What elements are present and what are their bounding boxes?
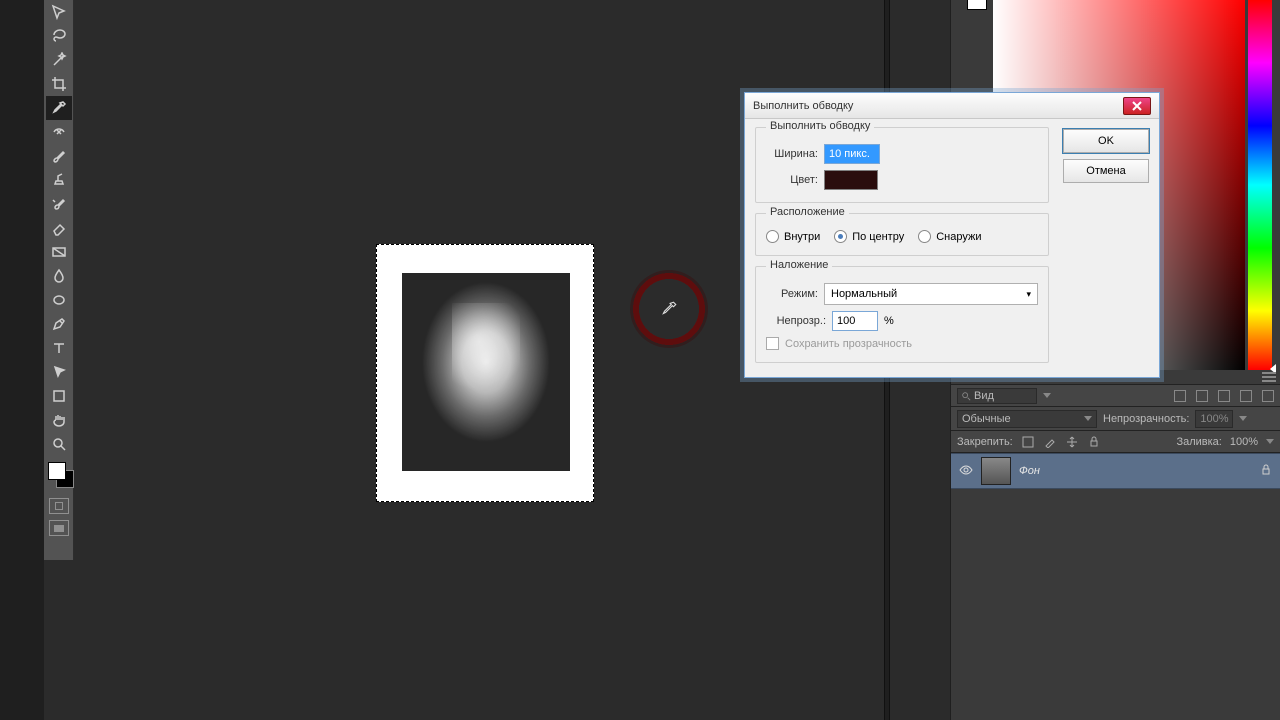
stroke-color-swatch[interactable] <box>824 170 878 190</box>
opacity-input[interactable]: 100 <box>832 311 878 331</box>
color-label: Цвет: <box>766 174 818 186</box>
opacity-input[interactable]: 100% <box>1195 410 1233 428</box>
dialog-titlebar[interactable]: Выполнить обводку <box>745 93 1159 119</box>
visibility-eye-icon[interactable] <box>959 463 973 480</box>
hand-tool[interactable] <box>46 408 72 432</box>
filter-shape-icon[interactable] <box>1240 390 1252 402</box>
stroke-legend: Выполнить обводку <box>766 120 874 132</box>
width-label: Ширина: <box>766 148 818 160</box>
foreground-color-swatch[interactable] <box>48 462 66 480</box>
spot-heal-tool[interactable] <box>46 120 72 144</box>
preserve-checkbox <box>766 337 779 350</box>
document-canvas[interactable] <box>376 244 594 502</box>
layer-lock-row: Закрепить: Заливка: 100% <box>951 431 1280 453</box>
dialog-title: Выполнить обводку <box>753 100 853 112</box>
brush-tool[interactable] <box>46 144 72 168</box>
radio-outside[interactable]: Снаружи <box>918 230 981 243</box>
crop-tool[interactable] <box>46 72 72 96</box>
layer-filter-icons <box>1174 390 1274 402</box>
zoom-tool[interactable] <box>46 432 72 456</box>
lasso-tool[interactable] <box>46 24 72 48</box>
layers-filter-bar: Вид <box>951 385 1280 407</box>
chevron-down-icon <box>1084 416 1092 421</box>
ok-button[interactable]: OK <box>1063 129 1149 153</box>
radio-icon <box>834 230 847 243</box>
position-fieldset: Расположение Внутри По центру Снаружи <box>755 213 1049 256</box>
layer-row[interactable]: Фон <box>951 453 1280 489</box>
radio-inside[interactable]: Внутри <box>766 230 820 243</box>
radio-center[interactable]: По центру <box>834 230 904 243</box>
mode-select[interactable]: Нормальный ▾ <box>824 283 1038 305</box>
lock-all-icon[interactable] <box>1087 435 1101 449</box>
filter-adjust-icon[interactable] <box>1196 390 1208 402</box>
eyedropper-tool[interactable] <box>46 96 72 120</box>
screenmode-toggle[interactable] <box>49 520 69 536</box>
layer-thumbnail[interactable] <box>981 457 1011 485</box>
gradient-tool[interactable] <box>46 240 72 264</box>
lock-label: Закрепить: <box>957 436 1013 448</box>
layer-name[interactable]: Фон <box>1019 465 1040 477</box>
blend-mode-value: Обычные <box>962 413 1011 425</box>
position-legend: Расположение <box>766 206 849 218</box>
type-tool[interactable] <box>46 336 72 360</box>
chevron-down-icon <box>1043 393 1051 398</box>
filter-pixel-icon[interactable] <box>1174 390 1186 402</box>
blur-tool[interactable] <box>46 264 72 288</box>
panel-menu-icon[interactable] <box>1262 372 1276 382</box>
chevron-down-icon[interactable] <box>1239 416 1247 421</box>
dodge-tool[interactable] <box>46 288 72 312</box>
photo-content <box>402 273 570 471</box>
opacity-label: Непрозр.: <box>766 315 826 327</box>
app-gutter <box>0 0 44 720</box>
cancel-button[interactable]: Отмена <box>1063 159 1149 183</box>
picker-current-swatch[interactable] <box>967 0 987 10</box>
color-swatches[interactable] <box>46 462 72 492</box>
tools-toolbar <box>44 0 74 560</box>
layers-list: Фон <box>951 453 1280 720</box>
filter-type-icon[interactable] <box>1218 390 1230 402</box>
opacity-suffix: % <box>884 315 894 327</box>
opacity-label: Непрозрачность: <box>1103 413 1189 425</box>
layer-blend-row: Обычные Непрозрачность: 100% <box>951 407 1280 431</box>
fill-label: Заливка: <box>1176 436 1221 448</box>
stroke-fieldset: Выполнить обводку Ширина: 10 пикс. Цвет: <box>755 127 1049 203</box>
fill-input[interactable]: 100% <box>1230 436 1258 448</box>
stroke-dialog: Выполнить обводку Выполнить обводку Шири… <box>744 92 1160 378</box>
mode-label: Режим: <box>766 288 818 300</box>
lock-pixels-icon[interactable] <box>1021 435 1035 449</box>
move-tool[interactable] <box>46 0 72 24</box>
lock-icon[interactable] <box>1260 464 1272 479</box>
pen-tool[interactable] <box>46 312 72 336</box>
preserve-label: Сохранить прозрачность <box>785 338 912 350</box>
magic-wand-tool[interactable] <box>46 48 72 72</box>
quickmask-toggle[interactable] <box>49 498 69 514</box>
history-brush-tool[interactable] <box>46 192 72 216</box>
lock-move-icon[interactable] <box>1065 435 1079 449</box>
layer-filter-select[interactable]: Вид <box>957 388 1037 404</box>
chevron-down-icon[interactable] <box>1266 439 1274 444</box>
layer-filter-label: Вид <box>974 390 994 402</box>
shape-tool[interactable] <box>46 384 72 408</box>
clone-stamp-tool[interactable] <box>46 168 72 192</box>
width-input[interactable]: 10 пикс. <box>824 144 880 164</box>
radio-icon <box>766 230 779 243</box>
radio-icon <box>918 230 931 243</box>
blending-fieldset: Наложение Режим: Нормальный ▾ Непрозр.: … <box>755 266 1049 363</box>
path-select-tool[interactable] <box>46 360 72 384</box>
eyedropper-sample-ring <box>630 270 708 348</box>
eraser-tool[interactable] <box>46 216 72 240</box>
lock-brush-icon[interactable] <box>1043 435 1057 449</box>
blending-legend: Наложение <box>766 259 832 271</box>
blend-mode-select[interactable]: Обычные <box>957 410 1097 428</box>
hue-slider[interactable] <box>1248 0 1272 370</box>
filter-smart-icon[interactable] <box>1262 390 1274 402</box>
close-button[interactable] <box>1123 97 1151 115</box>
